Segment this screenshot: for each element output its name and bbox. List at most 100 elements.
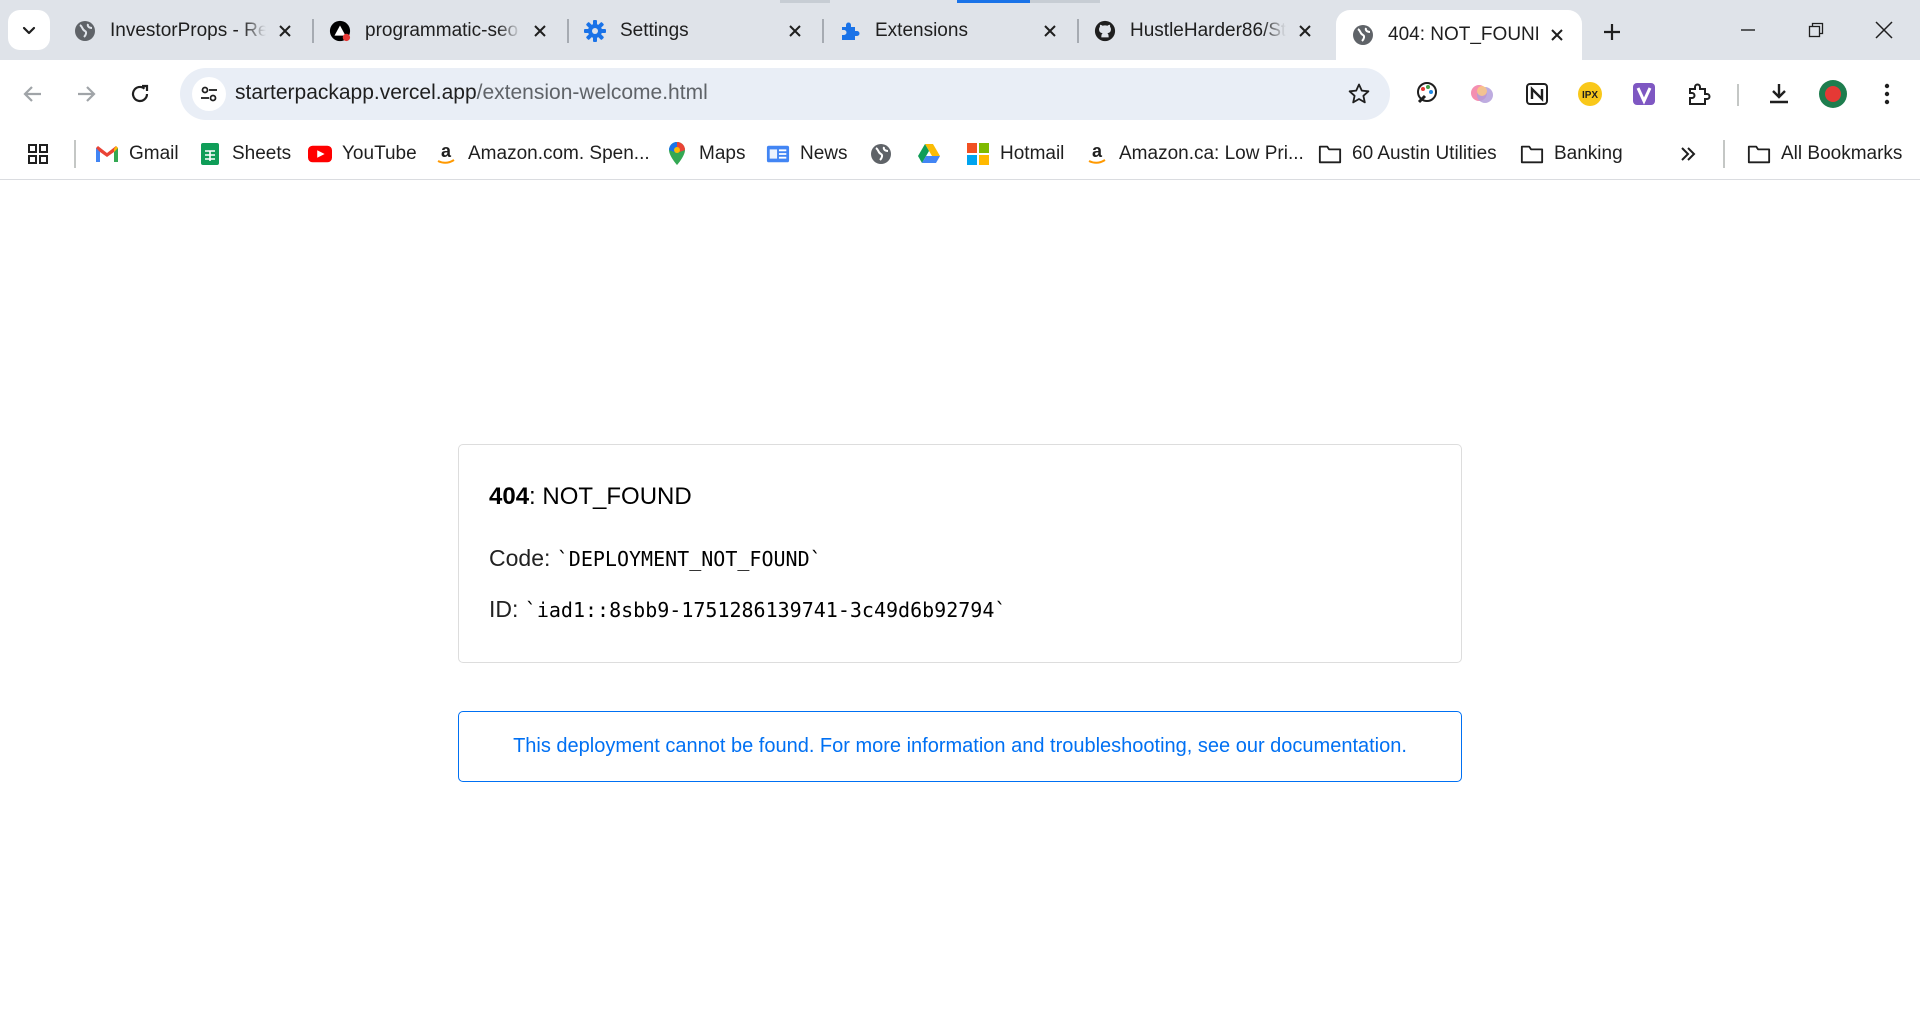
youtube-icon	[308, 142, 332, 166]
tab-strip-highlight	[1030, 0, 1100, 3]
site-info-button[interactable]	[192, 77, 226, 111]
amazon-icon: a	[434, 142, 458, 166]
extension-bubble-icon	[1468, 80, 1496, 108]
url-path: /extension-welcome.html	[476, 81, 708, 104]
documentation-notice[interactable]: This deployment cannot be found. For mor…	[458, 711, 1462, 782]
chevron-down-icon	[21, 22, 37, 38]
error-code-label: Code:	[489, 545, 557, 571]
error-id-line: ID: `iad1::8sbb9-1751286139741-3c49d6b92…	[489, 596, 1006, 623]
more-bookmarks-button[interactable]	[1676, 137, 1710, 171]
extension-2-button[interactable]	[1466, 78, 1498, 110]
globe-icon	[74, 20, 96, 42]
tab-404-not-found[interactable]: 404: NOT_FOUND	[1336, 10, 1582, 60]
bookmark-drive[interactable]	[917, 137, 951, 171]
close-icon[interactable]	[1544, 22, 1570, 48]
all-bookmarks-label: All Bookmarks	[1781, 143, 1903, 164]
close-window-button[interactable]	[1850, 0, 1918, 60]
close-icon[interactable]	[1037, 18, 1063, 44]
tab-strip-highlight	[780, 0, 830, 3]
downloads-button[interactable]	[1763, 78, 1795, 110]
reload-button[interactable]	[120, 74, 160, 114]
bookmark-sheets[interactable]: Sheets	[198, 137, 291, 171]
tune-icon	[199, 84, 219, 104]
notion-icon	[1524, 81, 1550, 107]
drive-icon	[917, 142, 941, 166]
svg-text:IPX: IPX	[1582, 90, 1598, 101]
bookmark-folder-austin-utilities[interactable]: 60 Austin Utilities	[1318, 137, 1497, 171]
close-icon[interactable]	[272, 18, 298, 44]
bookmark-label: YouTube	[342, 143, 417, 164]
back-button[interactable]	[13, 74, 53, 114]
all-bookmarks-button[interactable]: All Bookmarks	[1747, 137, 1902, 171]
bookmark-folder-banking[interactable]: Banking	[1520, 137, 1623, 171]
apps-button[interactable]	[26, 137, 60, 171]
avatar	[1818, 79, 1848, 109]
sheets-icon	[198, 142, 222, 166]
folder-icon	[1318, 142, 1342, 166]
star-icon	[1347, 82, 1371, 106]
close-icon[interactable]	[527, 18, 553, 44]
bookmark-amazon-com[interactable]: a Amazon.com. Spen...	[434, 137, 650, 171]
notion-extension-button[interactable]	[1521, 78, 1553, 110]
bookmarks-divider	[74, 140, 76, 168]
reload-icon	[129, 83, 151, 105]
extension-1-button[interactable]	[1411, 78, 1443, 110]
chevron-double-right-icon	[1676, 142, 1700, 166]
bookmark-star-button[interactable]	[1344, 79, 1374, 109]
bookmark-amazon-ca[interactable]: a Amazon.ca: Low Pri...	[1085, 137, 1304, 171]
plus-icon	[1603, 23, 1621, 41]
bookmark-youtube[interactable]: YouTube	[308, 137, 417, 171]
bookmark-label: News	[800, 143, 848, 164]
extensions-menu-button[interactable]	[1683, 78, 1715, 110]
v-extension-button[interactable]	[1628, 78, 1660, 110]
url-text[interactable]: starterpackapp.vercel.app/extension-welc…	[235, 81, 708, 105]
forward-button[interactable]	[66, 74, 106, 114]
bookmark-maps[interactable]: Maps	[665, 137, 745, 171]
bookmark-label: Gmail	[129, 143, 179, 164]
minimize-button[interactable]	[1714, 0, 1782, 60]
tab-programmatic-seo[interactable]: programmatic-seo	[313, 10, 565, 52]
tab-extensions[interactable]: Extensions	[823, 10, 1075, 52]
more-vertical-icon	[1883, 82, 1891, 106]
tab-title: InvestorProps - Rea	[110, 20, 266, 41]
tab-loading-indicator	[957, 0, 1030, 3]
address-bar[interactable]: starterpackapp.vercel.app/extension-welc…	[180, 68, 1390, 120]
bookmark-globe[interactable]	[869, 137, 903, 171]
tab-title: programmatic-seo	[365, 20, 519, 41]
error-code-value: `DEPLOYMENT_NOT_FOUND`	[556, 547, 822, 571]
bookmark-label: Hotmail	[1000, 143, 1065, 164]
bookmarks-bar: Gmail Sheets YouTube a Amazon.com. Spen.…	[0, 128, 1920, 180]
bookmark-hotmail[interactable]: Hotmail	[966, 137, 1064, 171]
tab-github[interactable]: HustleHarder86/St	[1078, 10, 1330, 52]
close-icon[interactable]	[782, 18, 808, 44]
bookmark-news[interactable]: News	[766, 137, 848, 171]
profile-button[interactable]	[1817, 78, 1849, 110]
bookmark-label: Amazon.com. Spen...	[468, 143, 650, 164]
amazon-icon: a	[1085, 142, 1109, 166]
folder-icon	[1747, 142, 1771, 166]
ipx-extension-button[interactable]: IPX	[1574, 78, 1606, 110]
error-heading: 404: NOT_FOUND	[489, 483, 692, 511]
tab-search-button[interactable]	[8, 10, 50, 50]
tab-investorprops[interactable]: InvestorProps - Rea	[58, 10, 310, 52]
tab-title: HustleHarder86/St	[1130, 20, 1286, 41]
error-card: 404: NOT_FOUND Code: `DEPLOYMENT_NOT_FOU…	[458, 444, 1462, 663]
bookmark-gmail[interactable]: Gmail	[95, 137, 179, 171]
new-tab-button[interactable]	[1594, 14, 1630, 50]
error-status: 404	[489, 483, 530, 510]
documentation-link[interactable]: This deployment cannot be found. For mor…	[513, 735, 1407, 758]
browser-menu-button[interactable]	[1871, 78, 1903, 110]
globe-icon	[869, 142, 893, 166]
arrow-right-icon	[75, 83, 97, 105]
restore-icon	[1808, 22, 1824, 38]
restore-button[interactable]	[1782, 0, 1850, 60]
gmail-icon	[95, 142, 119, 166]
close-icon[interactable]	[1292, 18, 1318, 44]
url-host: starterpackapp.vercel.app	[235, 81, 477, 104]
tab-settings[interactable]: Settings	[568, 10, 820, 52]
tab-title: 404: NOT_FOUND	[1388, 24, 1538, 45]
maps-icon	[665, 142, 689, 166]
apps-grid-icon	[26, 142, 50, 166]
error-id-value: `iad1::8sbb9-1751286139741-3c49d6b92794`	[524, 598, 1007, 622]
browser-toolbar: starterpackapp.vercel.app/extension-welc…	[0, 60, 1920, 128]
